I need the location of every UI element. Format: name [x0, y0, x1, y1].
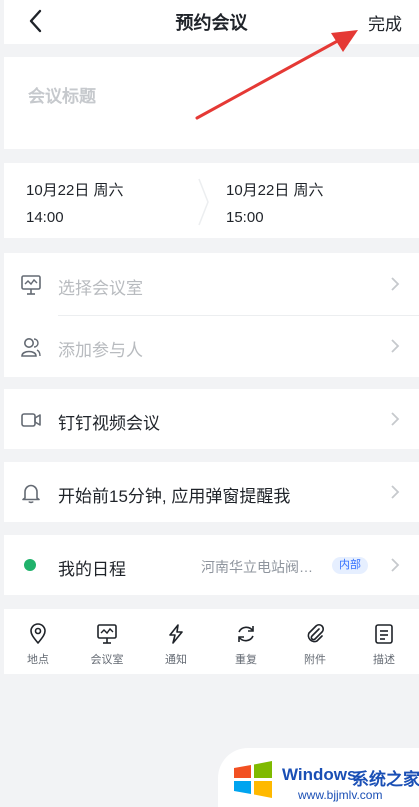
start-time: 14:00 [26, 209, 64, 226]
chevron-right-icon [391, 485, 400, 499]
video-camera-icon [21, 413, 41, 427]
toolbar-description-button[interactable]: 描述 [354, 623, 414, 667]
calendar-color-dot [24, 559, 36, 571]
video-meeting-section: 钉钉视频会议 [4, 389, 419, 449]
toolbar-location-button[interactable]: 地点 [8, 623, 68, 667]
visibility-badge: 内部 [332, 557, 368, 574]
toolbar-repeat-button[interactable]: 重复 [216, 623, 276, 667]
bell-icon [22, 484, 40, 504]
chevron-right-icon [391, 339, 400, 353]
location-icon [30, 623, 46, 644]
time-separator-icon [198, 178, 209, 226]
end-time-picker[interactable]: 10月22日 周六 15:00 [214, 163, 419, 251]
done-button[interactable]: 完成 [368, 10, 402, 35]
windows-logo-icon [234, 761, 272, 798]
video-meeting-label: 钉钉视频会议 [58, 414, 160, 433]
add-participants-row[interactable]: 添加参与人 [4, 315, 419, 377]
watermark-brand: Windows [282, 765, 357, 784]
calendar-row[interactable]: 我的日程 河南华立电站阀… 内部 [4, 534, 419, 596]
toolbar-description-label: 描述 [373, 654, 395, 666]
toolbar-repeat-label: 重复 [235, 654, 257, 666]
add-participants-label: 添加参与人 [58, 341, 143, 360]
chevron-right-icon [391, 412, 400, 426]
repeat-icon [238, 626, 254, 642]
select-room-row[interactable]: 选择会议室 [4, 253, 419, 315]
bottom-toolbar: 地点 会议室 通知 重复 附件 描述 [4, 609, 419, 674]
video-meeting-row[interactable]: 钉钉视频会议 [4, 388, 419, 450]
meeting-room-icon [21, 275, 41, 295]
watermark-url: www.bjjmlv.com [298, 788, 383, 802]
room-participants-section: 选择会议室 添加参与人 [4, 253, 419, 377]
toolbar-location-label: 地点 [27, 654, 49, 666]
nav-header: 预约会议 完成 [4, 0, 419, 44]
calendar-location: 河南华立电站阀… [201, 559, 313, 575]
user-add-icon [21, 338, 41, 357]
description-icon [375, 624, 393, 644]
chevron-right-icon [391, 558, 400, 572]
start-time-picker[interactable]: 10月22日 周六 14:00 [4, 163, 200, 251]
page-title: 预约会议 [175, 13, 248, 33]
toolbar-notify-button[interactable]: 通知 [146, 623, 206, 667]
meeting-room-icon [97, 624, 117, 644]
meeting-title-section [4, 57, 419, 149]
toolbar-notify-label: 通知 [165, 654, 187, 666]
watermark-site-name: 系统之家 [352, 770, 419, 789]
chevron-right-icon [391, 277, 400, 291]
toolbar-attachment-button[interactable]: 附件 [285, 623, 345, 667]
meeting-title-input[interactable] [28, 87, 388, 107]
watermark: Windows 系统之家 www.bjjmlv.com [218, 748, 419, 807]
paperclip-icon [307, 623, 325, 643]
reminder-row[interactable]: 开始前15分钟, 应用弹窗提醒我 [4, 461, 419, 523]
toolbar-room-button[interactable]: 会议室 [77, 623, 137, 667]
toolbar-attachment-label: 附件 [304, 654, 326, 666]
end-time: 15:00 [226, 209, 264, 226]
calendar-section: 我的日程 河南华立电站阀… 内部 [4, 535, 419, 595]
calendar-label: 我的日程 [58, 560, 126, 579]
lightning-icon [169, 624, 183, 644]
end-date: 10月22日 周六 [226, 182, 324, 199]
reminder-label: 开始前15分钟, 应用弹窗提醒我 [58, 487, 291, 506]
reminder-section: 开始前15分钟, 应用弹窗提醒我 [4, 462, 419, 522]
time-section: 10月22日 周六 14:00 10月22日 周六 15:00 [4, 163, 419, 238]
toolbar-room-label: 会议室 [90, 654, 124, 666]
start-date: 10月22日 周六 [26, 182, 124, 199]
select-room-label: 选择会议室 [58, 279, 143, 298]
